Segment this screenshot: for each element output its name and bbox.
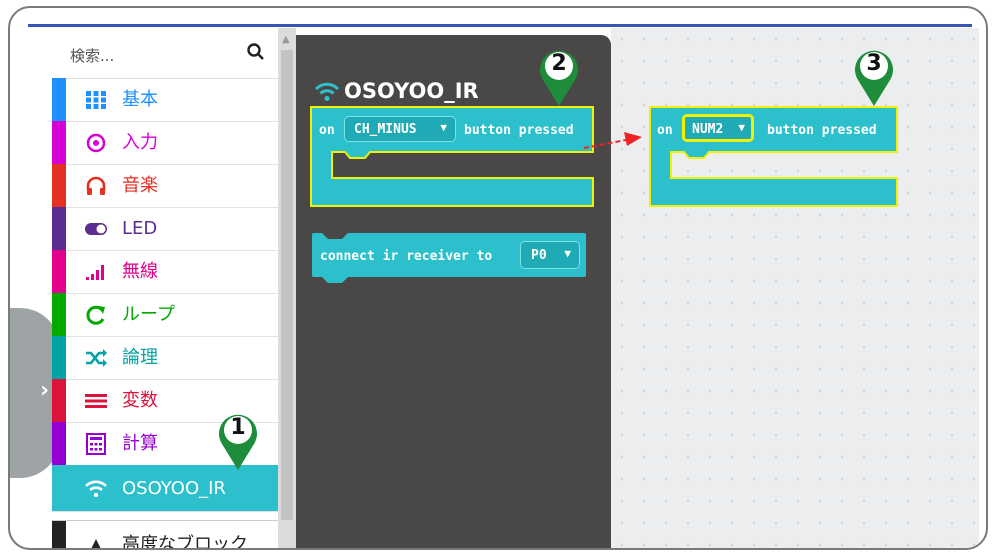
drag-arrow-line [583,139,627,149]
drag-arrow-head [624,132,642,146]
screenshot-frame: › 検索... 基本 入力 音楽 LED 無線 ループ 論理 変数 計算 OSO… [8,6,988,550]
annotation-layer [583,132,642,149]
marker-1: 1 [216,410,260,472]
marker-3: 3 [852,46,896,108]
marker-2: 2 [537,46,581,108]
